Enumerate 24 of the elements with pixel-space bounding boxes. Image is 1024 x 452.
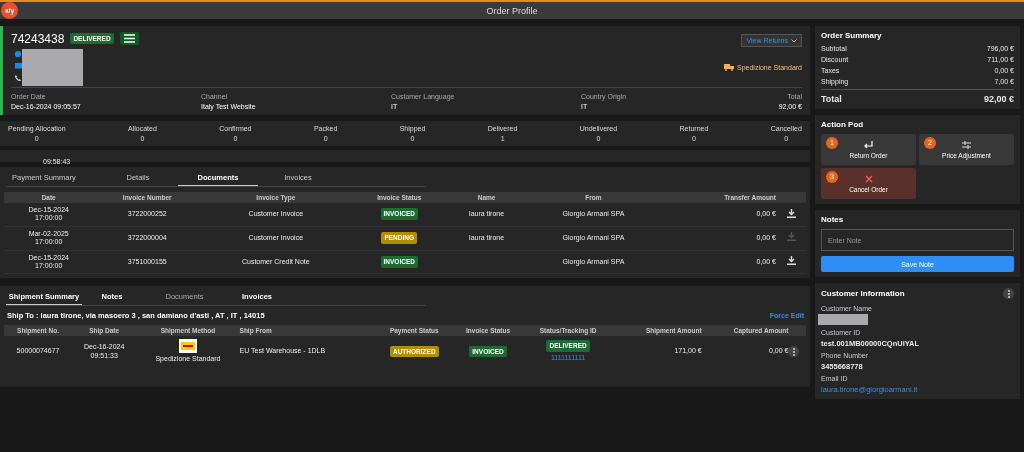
menu-icon bbox=[123, 34, 135, 43]
total-value: 92,00 € bbox=[983, 94, 1014, 104]
user-icon bbox=[14, 51, 22, 58]
carrier-logo-icon bbox=[178, 339, 197, 354]
close-icon bbox=[864, 174, 873, 183]
window-title: Order Profile bbox=[486, 5, 538, 16]
truck-icon bbox=[724, 64, 734, 71]
redacted-block bbox=[22, 49, 83, 86]
panel-title: Order Summary bbox=[821, 31, 883, 40]
more-options-button[interactable] bbox=[1003, 288, 1014, 299]
return-arrow-icon bbox=[864, 140, 873, 149]
phone-icon bbox=[14, 74, 22, 81]
panel-title: Notes bbox=[821, 215, 845, 224]
panel-title: Customer Information bbox=[821, 289, 905, 298]
panel-title: Action Pod bbox=[821, 120, 865, 129]
chevron-down-icon bbox=[791, 38, 797, 43]
total-label: Total bbox=[821, 94, 842, 104]
menu-button[interactable] bbox=[119, 32, 139, 45]
more-options-button[interactable] bbox=[788, 346, 800, 358]
order-number: 74243438 bbox=[11, 31, 65, 46]
more-options-icon bbox=[1007, 289, 1010, 298]
mail-icon bbox=[14, 63, 23, 69]
more-options-icon bbox=[792, 347, 795, 356]
sliders-icon bbox=[962, 140, 971, 149]
